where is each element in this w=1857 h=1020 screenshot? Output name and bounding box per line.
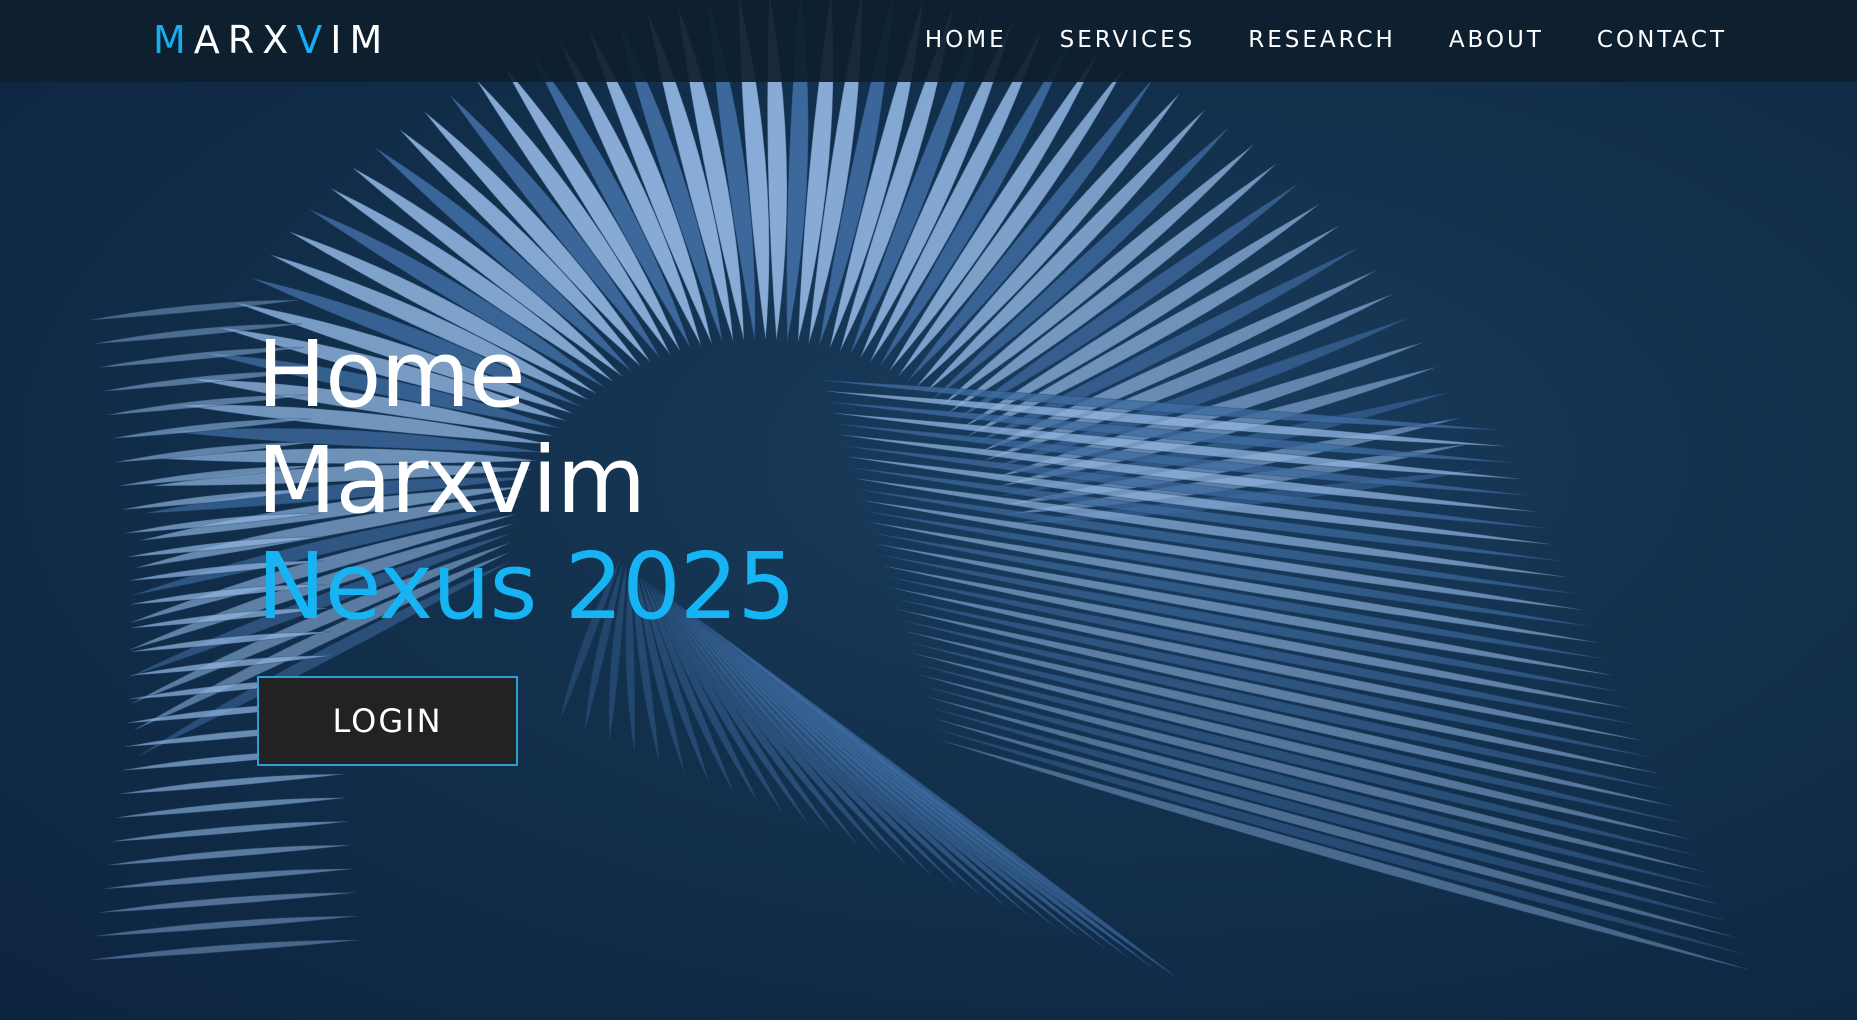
logo-part: ARX <box>193 18 297 62</box>
logo-part: V <box>296 18 331 62</box>
sculpture-blade <box>107 844 352 866</box>
sculpture-blade <box>94 915 358 937</box>
top-navbar: MARXVIM HOME SERVICES RESEARCH ABOUT CON… <box>0 0 1857 82</box>
hero-heading: Home Marxvim Nexus 2025 <box>257 321 796 640</box>
sculpture-blade <box>111 820 349 842</box>
sculpture-blade <box>699 619 1181 981</box>
main-nav: HOME SERVICES RESEARCH ABOUT CONTACT <box>925 24 1727 56</box>
brand-logo[interactable]: MARXVIM <box>153 18 390 62</box>
sculpture-blade <box>99 892 356 914</box>
nav-services-link[interactable]: SERVICES <box>1060 24 1196 56</box>
logo-part: IM <box>330 18 391 62</box>
sculpture-blade <box>89 939 361 961</box>
hero-title-line-2: Marxvim <box>257 427 646 534</box>
login-button[interactable]: LOGIN <box>257 676 518 766</box>
sculpture-blade <box>103 868 354 890</box>
nav-about-link[interactable]: ABOUT <box>1449 24 1544 56</box>
hero-title-line-1: Home <box>257 321 526 428</box>
landing-page: MARXVIM HOME SERVICES RESEARCH ABOUT CON… <box>0 0 1857 1020</box>
sculpture-blade <box>115 797 347 819</box>
sculpture-blade <box>119 773 345 795</box>
nav-contact-link[interactable]: CONTACT <box>1597 24 1727 56</box>
logo-part: M <box>153 18 194 62</box>
nav-research-link[interactable]: RESEARCH <box>1248 24 1396 56</box>
nav-home-link[interactable]: HOME <box>925 24 1007 56</box>
hero-title-line-3: Nexus 2025 <box>257 533 796 640</box>
